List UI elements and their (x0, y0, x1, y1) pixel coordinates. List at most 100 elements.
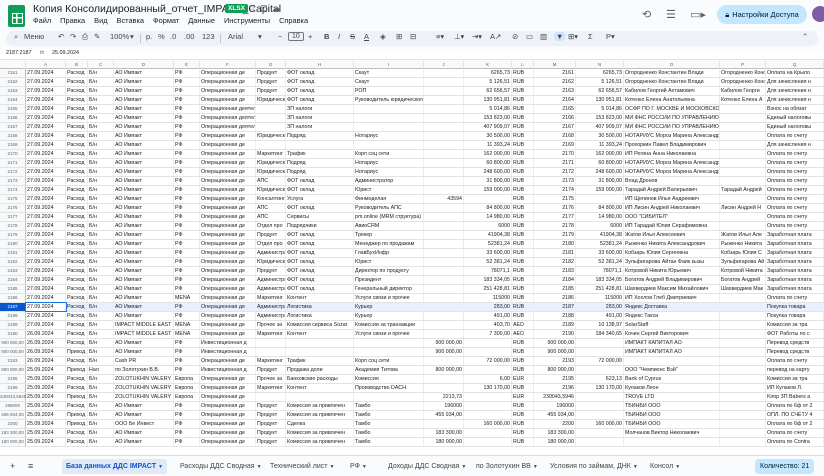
cell[interactable]: Продукт (256, 69, 286, 77)
cell[interactable] (720, 168, 766, 176)
redo-icon[interactable]: ↷ (70, 32, 76, 41)
cell[interactable]: ЗП налоги (286, 123, 354, 131)
cell[interactable]: 2181 (534, 249, 576, 257)
cell[interactable]: Б/н (88, 204, 114, 212)
cell[interactable] (354, 393, 424, 401)
cell[interactable]: 283,00 (576, 303, 624, 311)
cell[interactable] (624, 357, 720, 365)
cell[interactable]: Оплата по счету (766, 150, 824, 158)
cell[interactable]: Продукт (256, 78, 286, 86)
cell[interactable] (424, 168, 464, 176)
cell[interactable]: ОПЛ. ПО СЧЕТУ 4 (766, 411, 824, 419)
borders-icon[interactable]: ⊞ (396, 32, 402, 41)
table-row[interactable]: 2184 27.09.2024 Расход Б/н АО Импакт РФ Операц… (0, 276, 824, 285)
cell[interactable]: Операционная де (200, 267, 256, 275)
horizontal-align-icon[interactable]: ≡▾ (436, 32, 444, 41)
cell[interactable]: 2178 (534, 222, 576, 230)
cell[interactable]: АО Импакт (114, 240, 174, 248)
cell[interactable]: 2175 (534, 195, 576, 203)
cell[interactable]: Б/н (88, 294, 114, 302)
cell[interactable]: Операционная де (200, 69, 256, 77)
cell[interactable]: ZOLOTUKHIN VALERY (114, 384, 174, 392)
cell[interactable]: Оплата по Contra (766, 438, 824, 446)
cell[interactable]: RUB (512, 141, 534, 149)
cell[interactable]: Кабилов Георгий Ахтамович (624, 87, 720, 95)
cell[interactable]: 2161 (534, 69, 576, 77)
cell[interactable]: Юрист (354, 258, 424, 266)
cell[interactable]: АО Импакт (114, 132, 174, 140)
cell[interactable]: 6265,73 (576, 69, 624, 77)
cell[interactable]: МИ ФНС РОССИИ ПО УПРАВЛЕНИЮ ДОЛГОМ (624, 123, 720, 131)
cell[interactable]: РФ (174, 141, 200, 149)
cell[interactable]: Логистика (286, 312, 354, 320)
cell[interactable]: 248 600,00 (464, 168, 512, 176)
cell[interactable]: Операционная де (200, 375, 256, 383)
cell[interactable] (576, 195, 624, 203)
cell[interactable]: Сервисы (286, 213, 354, 221)
cell[interactable]: MENA (174, 330, 200, 338)
cell[interactable] (720, 312, 766, 320)
cell[interactable]: 130 170,00 (464, 384, 512, 392)
cell[interactable]: Операционная де (200, 285, 256, 293)
cell[interactable]: Б/н (88, 393, 114, 401)
cell[interactable]: Перевод средств (766, 348, 824, 356)
chevron-down-icon[interactable]: ▾ (130, 32, 134, 41)
cell[interactable]: РФ (174, 195, 200, 203)
strikethrough-icon[interactable]: S (350, 32, 355, 41)
cell[interactable]: 27.09.2024 (26, 249, 66, 257)
add-sheet-icon[interactable]: + (10, 461, 15, 471)
row-header[interactable]: 2190 (0, 330, 26, 338)
cell[interactable]: 2186 (534, 294, 576, 302)
cell[interactable]: ИП Лисин Андрей Николаевич (624, 204, 720, 212)
column-header[interactable]: Q (766, 61, 824, 69)
cell[interactable]: Расход (66, 123, 88, 131)
chevron-down-icon[interactable]: ▼ (158, 464, 163, 470)
chevron-down-icon[interactable]: ▾ (258, 32, 262, 41)
cell[interactable]: 25.09.2024 (26, 438, 66, 446)
cell[interactable]: 2171 (534, 159, 576, 167)
cell[interactable]: Оплата по счету (766, 195, 824, 203)
cell[interactable]: Для зачисления н (766, 141, 824, 149)
cell[interactable]: Расход (66, 240, 88, 248)
cell[interactable]: АО Импакт (114, 222, 174, 230)
cell[interactable]: RUB (512, 186, 534, 194)
cell[interactable]: Операционная де (200, 411, 256, 419)
cell[interactable]: RUB (512, 150, 534, 158)
cell[interactable] (256, 348, 286, 356)
cell[interactable]: 31 800,00 (464, 177, 512, 185)
row-header[interactable]: 2195 (0, 375, 26, 383)
cell[interactable] (720, 357, 766, 365)
cell[interactable]: RUB (512, 357, 534, 365)
cell[interactable] (424, 159, 464, 167)
cell[interactable]: АО Импакт (114, 249, 174, 257)
cell[interactable]: Тамбо (354, 411, 424, 419)
row-header[interactable]: 900 000,00 (0, 348, 26, 356)
cell[interactable]: Комиссия за привлечен (286, 411, 354, 419)
cell[interactable]: АО Импакт (114, 78, 174, 86)
cell[interactable]: Кобзарь Юлия Сергеевна (624, 249, 720, 257)
cloud-status-icon[interactable]: ☁ (272, 3, 281, 14)
chevron-down-icon[interactable]: ▼ (461, 464, 466, 470)
cell[interactable]: 6,00 (464, 375, 512, 383)
paint-format-icon[interactable]: ✎ (94, 32, 100, 41)
table-row[interactable]: 2173 27.09.2024 Расход Б/н АО Импакт РФ Операц… (0, 177, 824, 186)
cell[interactable]: АО Импакт (114, 213, 174, 221)
cell[interactable]: Б/н (88, 321, 114, 329)
cell[interactable] (576, 339, 624, 347)
cell[interactable]: ТБИНБИ ООО (624, 420, 720, 428)
cell[interactable]: Расход (66, 330, 88, 338)
cell[interactable]: Расход (66, 105, 88, 113)
cell[interactable]: 283,00 (464, 303, 512, 311)
cell[interactable]: RUB (512, 114, 534, 122)
chevron-down-icon[interactable]: ▼ (362, 464, 367, 470)
cell[interactable]: Тарадай Андрей Валерьевич (624, 186, 720, 194)
cell[interactable]: 6000 (464, 222, 512, 230)
cell[interactable]: ФОТ оклад (286, 240, 354, 248)
cell[interactable]: Приход (66, 393, 88, 401)
row-header[interactable]: 2189 (0, 321, 26, 329)
increase-decimal-button[interactable]: .00 (184, 32, 194, 41)
cell[interactable]: RUB (512, 303, 534, 311)
cell[interactable] (424, 267, 464, 275)
cell[interactable]: 407 909,07 (576, 123, 624, 131)
cell[interactable]: Оплата по счету (766, 213, 824, 221)
